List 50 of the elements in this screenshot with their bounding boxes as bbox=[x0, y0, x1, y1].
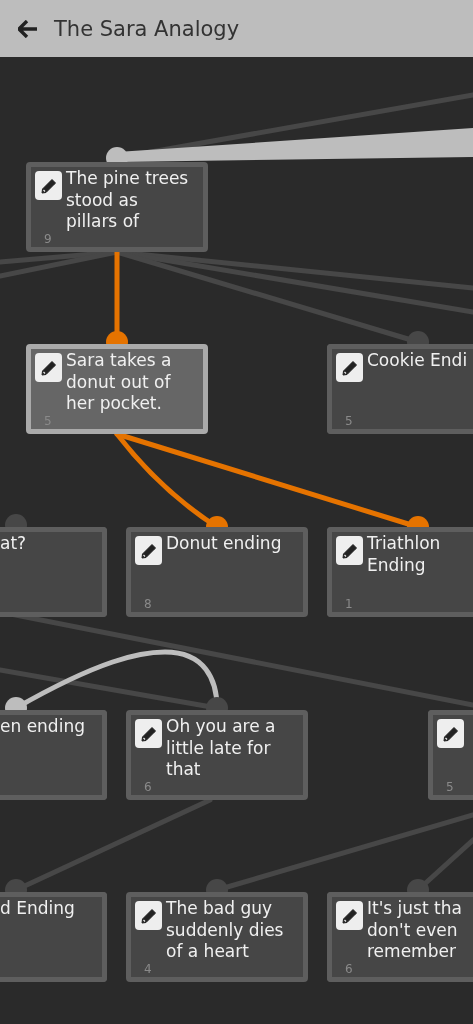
edit-button[interactable] bbox=[35, 353, 62, 382]
pencil-icon bbox=[140, 725, 157, 742]
pencil-icon bbox=[341, 542, 358, 559]
node-count: 5 bbox=[345, 415, 353, 428]
node-count: 4 bbox=[144, 963, 152, 976]
edit-button[interactable] bbox=[135, 901, 162, 930]
screen-title: The Sara Analogy bbox=[54, 16, 240, 41]
story-node[interactable]: The pine trees stood as pillars of 9 bbox=[26, 162, 208, 252]
node-text: The bad guy suddenly dies of a heart bbox=[166, 898, 284, 963]
node-text: at? bbox=[0, 533, 27, 555]
node-count: 1 bbox=[345, 598, 353, 611]
node-text: It's just tha don't even remember bbox=[367, 898, 462, 963]
node-text: d Ending bbox=[0, 898, 75, 920]
node-count: 5 bbox=[446, 781, 454, 794]
node-text: Sara takes a donut out of her pocket. bbox=[66, 350, 172, 415]
story-node[interactable]: The bad guy suddenly dies of a heart 4 bbox=[126, 892, 308, 982]
back-arrow-icon bbox=[18, 19, 38, 38]
edit-button[interactable] bbox=[336, 536, 363, 565]
edit-button[interactable] bbox=[336, 901, 363, 930]
edit-button[interactable] bbox=[135, 719, 162, 748]
edit-button[interactable] bbox=[135, 536, 162, 565]
node-count: 6 bbox=[144, 781, 152, 794]
node-count: 9 bbox=[44, 233, 52, 246]
story-node[interactable]: Donut ending 8 bbox=[126, 527, 308, 617]
node-text: Oh you are a little late for that bbox=[166, 716, 276, 781]
story-node[interactable]: at? bbox=[0, 527, 107, 617]
pencil-icon bbox=[442, 725, 459, 742]
node-text: The pine trees stood as pillars of bbox=[66, 168, 189, 233]
story-node[interactable]: Oh you are a little late for that 6 bbox=[126, 710, 308, 800]
node-count: 6 bbox=[345, 963, 353, 976]
story-node[interactable]: Cookie Endi 5 bbox=[327, 344, 473, 434]
pencil-icon bbox=[140, 542, 157, 559]
pencil-icon bbox=[40, 177, 57, 194]
pencil-icon bbox=[341, 359, 358, 376]
edit-button[interactable] bbox=[35, 171, 62, 200]
edit-button[interactable] bbox=[437, 719, 464, 748]
back-button[interactable] bbox=[16, 17, 40, 40]
pencil-icon bbox=[341, 907, 358, 924]
node-text: Cookie Endi bbox=[367, 350, 468, 372]
story-node[interactable]: It's just tha don't even remember 6 bbox=[327, 892, 473, 982]
node-count: 8 bbox=[144, 598, 152, 611]
node-text: en ending bbox=[0, 716, 85, 738]
node-text: Donut ending bbox=[166, 533, 282, 555]
story-node[interactable]: Triathlon Ending 1 bbox=[327, 527, 473, 617]
pencil-icon bbox=[40, 359, 57, 376]
node-text: Triathlon Ending bbox=[367, 533, 441, 576]
edit-button[interactable] bbox=[336, 353, 363, 382]
story-node[interactable]: d Ending bbox=[0, 892, 107, 982]
story-node[interactable]: en ending bbox=[0, 710, 107, 800]
pencil-icon bbox=[140, 907, 157, 924]
